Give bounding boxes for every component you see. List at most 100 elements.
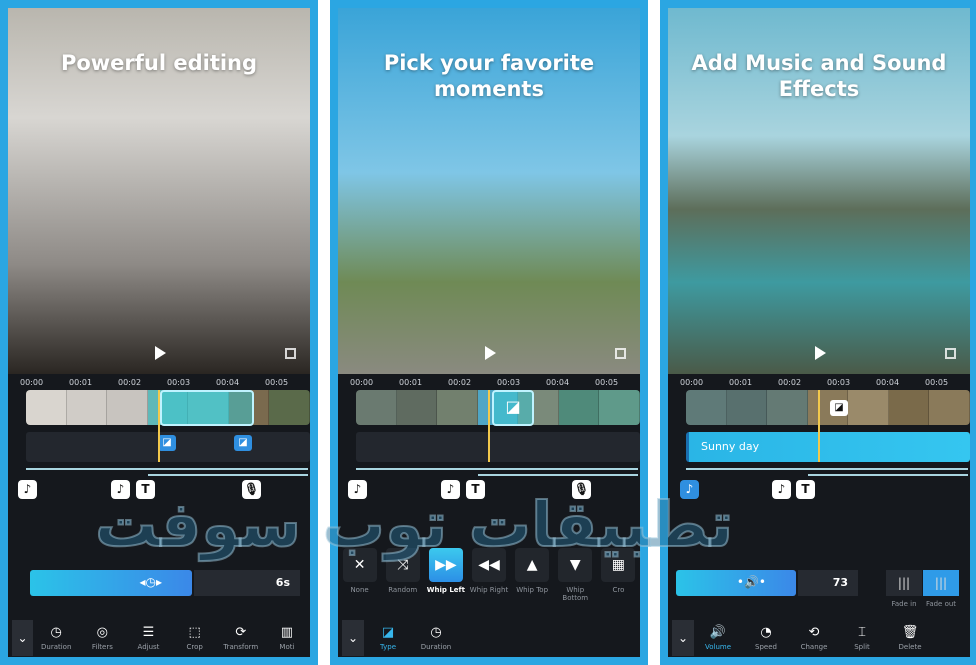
- tool-label: Crop: [186, 643, 203, 651]
- transform-icon: ⟳: [235, 625, 247, 640]
- clip-thumbnail[interactable]: [437, 390, 478, 425]
- layer-range-line[interactable]: [255, 468, 308, 470]
- layer-range-line[interactable]: [120, 468, 208, 470]
- bottom-toolbar: ⌄ ◪ Type ◷ Duration: [338, 618, 640, 657]
- transition-marker-icon[interactable]: ◪: [158, 435, 176, 451]
- transition-option[interactable]: ⤨ Random: [381, 548, 424, 602]
- layer-range-line[interactable]: [450, 468, 538, 470]
- clip-thumbnail[interactable]: [107, 390, 148, 425]
- transition-option[interactable]: ▶▶ Whip Left: [424, 548, 467, 602]
- text-icon[interactable]: T: [796, 480, 815, 499]
- selected-clip[interactable]: [160, 390, 254, 426]
- headline: Powerful editing: [60, 51, 258, 75]
- audio-track[interactable]: Sunny day: [686, 432, 970, 462]
- clip-thumbnail[interactable]: [599, 390, 640, 425]
- fade-in-button[interactable]: |||: [886, 570, 922, 596]
- microphone-icon[interactable]: 🎙: [242, 480, 261, 499]
- fullscreen-icon[interactable]: [285, 348, 296, 359]
- transition-marker-icon[interactable]: ◪: [234, 435, 252, 451]
- tool-speed[interactable]: ◔ Speed: [742, 625, 790, 651]
- whip-right-icon: ◀◀: [471, 548, 506, 582]
- clip-thumbnail[interactable]: [888, 390, 930, 425]
- play-icon[interactable]: [485, 346, 496, 360]
- bottom-toolbar: ⌄ ◷ Duration ◎ Filters ☰ Adjust ⬚ Crop ⟳ Transform…: [8, 618, 310, 657]
- layer-range-line[interactable]: [915, 468, 968, 470]
- music-note-icon[interactable]: ♪: [111, 480, 130, 499]
- playhead[interactable]: [488, 390, 490, 462]
- fullscreen-icon[interactable]: [615, 348, 626, 359]
- text-icon[interactable]: T: [466, 480, 485, 499]
- whip-left-icon: ▶▶: [428, 548, 463, 582]
- music-note-icon[interactable]: ♪: [18, 480, 37, 499]
- clip-thumbnail[interactable]: [26, 390, 67, 425]
- tool-change[interactable]: ⟲ Change: [790, 625, 838, 651]
- whip-top-icon: ▲: [515, 548, 550, 582]
- transition-label: Whip Left: [426, 586, 465, 594]
- clip-thumbnail[interactable]: [767, 390, 808, 425]
- tool-duration[interactable]: ◷ Duration: [33, 625, 79, 651]
- play-icon[interactable]: [815, 346, 826, 360]
- playhead[interactable]: [158, 390, 160, 462]
- layer-range-line[interactable]: [780, 468, 868, 470]
- tool-volume[interactable]: 🔊 Volume: [694, 625, 742, 651]
- play-icon[interactable]: [155, 346, 166, 360]
- layer-range-line[interactable]: [808, 474, 968, 476]
- clip-thumbnail[interactable]: [848, 390, 889, 425]
- collapse-chevron-icon[interactable]: ⌄: [342, 620, 364, 656]
- video-clip-strip[interactable]: [686, 390, 970, 425]
- music-note-icon[interactable]: ♪: [348, 480, 367, 499]
- duration-value: 6s: [194, 570, 300, 596]
- layer-range-line[interactable]: [585, 468, 638, 470]
- duration-slider[interactable]: ◂◷▸: [30, 570, 192, 596]
- volume-slider[interactable]: •🔊•: [676, 570, 796, 596]
- headline: Pick your favorite moments: [383, 51, 595, 101]
- tool-split[interactable]: ⌶ Split: [838, 625, 886, 651]
- crop-icon: ⬚: [188, 625, 201, 640]
- fade-out-button[interactable]: |||: [923, 570, 959, 596]
- tool-moti[interactable]: ▥ Moti: [264, 625, 310, 651]
- layer-range-line[interactable]: [478, 474, 638, 476]
- clip-thumbnail[interactable]: [726, 390, 768, 425]
- clip-thumbnail[interactable]: [929, 390, 970, 425]
- tool-delete[interactable]: 🗑 Delete: [886, 625, 934, 651]
- music-note-icon[interactable]: ♪: [441, 480, 460, 499]
- layer-range-line[interactable]: [148, 474, 308, 476]
- transition-label: Whip Right: [469, 586, 509, 594]
- microphone-icon[interactable]: 🎙: [572, 480, 591, 499]
- transition-option[interactable]: ◀◀ Whip Right: [467, 548, 510, 602]
- transition-option[interactable]: ▦ Cro: [597, 548, 640, 602]
- timeline-ruler: 00:00 00:01 00:02 00:03 00:04 00:05: [338, 378, 640, 390]
- collapse-chevron-icon[interactable]: ⌄: [672, 620, 694, 656]
- transition-option[interactable]: ✕ None: [338, 548, 381, 602]
- tool-duration[interactable]: ◷ Duration: [412, 625, 460, 651]
- tool-filters[interactable]: ◎ Filters: [79, 625, 125, 651]
- tool-crop[interactable]: ⬚ Crop: [172, 625, 218, 651]
- transition-option[interactable]: ▼ Whip Bottom: [554, 548, 597, 602]
- playhead[interactable]: [818, 390, 820, 462]
- collapse-chevron-icon[interactable]: ⌄: [12, 620, 34, 656]
- tool-transform[interactable]: ⟳ Transform: [218, 625, 264, 651]
- fullscreen-icon[interactable]: [945, 348, 956, 359]
- ruler-tick-label: 00:02: [118, 378, 142, 387]
- shuffle-icon: ⤨: [385, 548, 420, 582]
- tool-label: Duration: [420, 643, 452, 651]
- clock-icon: ◷: [430, 625, 442, 640]
- clip-thumbnail[interactable]: [66, 390, 108, 425]
- clip-thumbnail[interactable]: [686, 390, 727, 425]
- music-note-icon[interactable]: ♪: [772, 480, 791, 499]
- text-icon[interactable]: T: [136, 480, 155, 499]
- music-note-icon[interactable]: ♪: [680, 480, 699, 499]
- tool-label: Moti: [279, 643, 295, 651]
- clip-thumbnail[interactable]: [356, 390, 397, 425]
- ruler-tick-label: 00:02: [778, 378, 802, 387]
- clip-thumbnail[interactable]: [396, 390, 438, 425]
- transition-option[interactable]: ▲ Whip Top: [511, 548, 554, 602]
- clip-thumbnail[interactable]: [269, 390, 310, 425]
- selected-transition[interactable]: ◪: [492, 390, 534, 426]
- ruler-tick-label: 00:01: [399, 378, 423, 387]
- phone-screen: Pick your favorite moments 00:00 00:01 00:0…: [338, 8, 640, 657]
- tool-type[interactable]: ◪ Type: [364, 625, 412, 651]
- tool-adjust[interactable]: ☰ Adjust: [125, 625, 171, 651]
- transition-marker-icon[interactable]: ◪: [830, 400, 848, 416]
- clip-thumbnail[interactable]: [558, 390, 600, 425]
